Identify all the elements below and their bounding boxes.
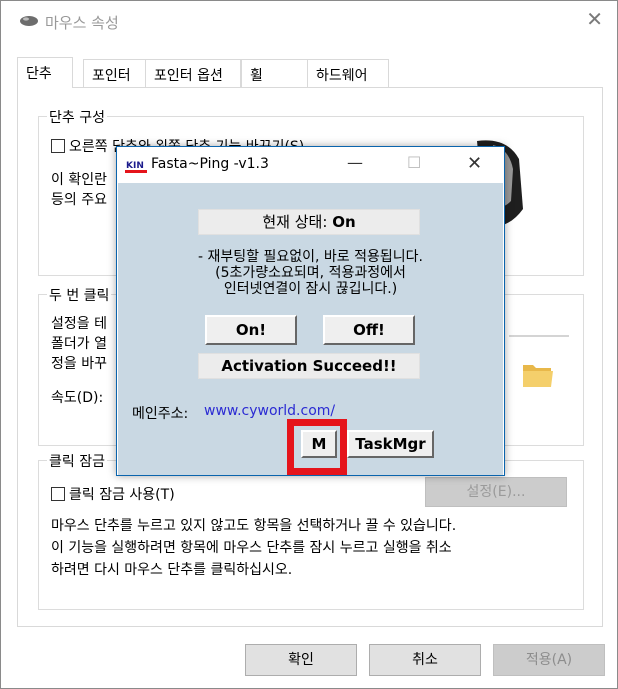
click-lock-label[interactable]: 클릭 잠금 사용(T) bbox=[69, 484, 175, 504]
button-config-desc-1: 이 확인란 bbox=[51, 172, 107, 188]
status-label: 현재 상태: bbox=[262, 213, 328, 231]
speed-slider-track[interactable] bbox=[509, 335, 569, 337]
group-title: 클릭 잠금 bbox=[47, 451, 107, 471]
tab-label: 단추 bbox=[26, 66, 52, 82]
kin-logo-icon: KIN bbox=[125, 158, 147, 173]
close-icon[interactable]: ✕ bbox=[586, 9, 603, 29]
homepage-label: 메인주소: bbox=[132, 406, 189, 422]
tab-pointer-options[interactable]: 포인터 옵션 bbox=[145, 59, 241, 87]
svg-text:KIN: KIN bbox=[126, 161, 144, 171]
status-value: On bbox=[332, 213, 356, 231]
click-lock-checkbox[interactable] bbox=[51, 487, 65, 501]
click-lock-desc-2: 이 기능을 실행하려면 항목에 마우스 단추를 잠시 누르고 실행을 취소 bbox=[51, 540, 452, 556]
ok-button[interactable]: 확인 bbox=[245, 644, 357, 676]
double-click-desc-2: 폴더가 열 bbox=[51, 336, 107, 352]
minimize-icon[interactable]: — bbox=[347, 153, 363, 172]
on-button[interactable]: On! bbox=[205, 315, 297, 345]
button-config-desc-2: 등의 주요 bbox=[51, 192, 107, 208]
double-click-desc-1: 설정을 테 bbox=[51, 316, 107, 332]
popup-title: Fasta~Ping -v1.3 bbox=[151, 156, 269, 172]
info-line-1: - 재부팅할 필요없이, 바로 적용됩니다. bbox=[198, 249, 423, 265]
swap-buttons-checkbox[interactable] bbox=[51, 139, 65, 153]
tab-label: 포인터 옵션 bbox=[154, 68, 223, 84]
tab-wheel[interactable]: 휠 bbox=[241, 59, 317, 87]
double-click-desc-3: 정을 바꾸 bbox=[51, 356, 107, 372]
group-title: 두 번 클릭 bbox=[47, 285, 112, 305]
status-display: 현재 상태: On bbox=[198, 209, 420, 235]
info-line-2: (5초가량소요되며, 적용과정에서 bbox=[215, 265, 406, 281]
tab-buttons[interactable]: 단추 bbox=[17, 57, 73, 88]
info-line-3: 인터넷연결이 잠시 끊깁니다.) bbox=[223, 281, 398, 297]
tab-pointers[interactable]: 포인터 bbox=[83, 59, 147, 87]
group-title: 단추 구성 bbox=[47, 107, 107, 127]
activation-message: Activation Succeed!! bbox=[198, 353, 420, 379]
off-button[interactable]: Off! bbox=[323, 315, 415, 345]
tab-hardware[interactable]: 하드웨어 bbox=[307, 59, 389, 87]
popup-title-bar: KIN Fasta~Ping -v1.3 — ☐ ✕ bbox=[117, 147, 504, 183]
mouse-icon bbox=[20, 16, 38, 26]
cancel-button[interactable]: 취소 bbox=[369, 644, 481, 676]
apply-button[interactable]: 적용(A) bbox=[493, 644, 605, 676]
tab-label: 하드웨어 bbox=[316, 68, 368, 84]
click-lock-group: 클릭 잠금 클릭 잠금 사용(T) 설정(E)... 마우스 단추를 누르고 있… bbox=[38, 451, 584, 610]
tab-label: 휠 bbox=[250, 68, 263, 84]
homepage-link[interactable]: www.cyworld.com/ bbox=[204, 403, 335, 419]
click-lock-desc-3: 하려면 다시 마우스 단추를 클릭하십시오. bbox=[51, 562, 293, 578]
close-icon[interactable]: ✕ bbox=[467, 153, 482, 174]
speed-label: 속도(D): bbox=[51, 390, 104, 406]
click-lock-desc-1: 마우스 단추를 누르고 있지 않고도 항목을 선택하거나 끌 수 있습니다. bbox=[51, 518, 457, 534]
title-bar: 마우스 속성 ✕ bbox=[1, 1, 617, 41]
test-folder-icon[interactable] bbox=[521, 357, 555, 391]
tab-label: 포인터 bbox=[92, 68, 131, 84]
window-title: 마우스 속성 bbox=[45, 14, 119, 32]
highlight-box bbox=[287, 419, 347, 475]
click-lock-settings-button[interactable]: 설정(E)... bbox=[425, 477, 567, 507]
taskmgr-button[interactable]: TaskMgr bbox=[347, 430, 434, 458]
maximize-icon[interactable]: ☐ bbox=[407, 153, 421, 172]
